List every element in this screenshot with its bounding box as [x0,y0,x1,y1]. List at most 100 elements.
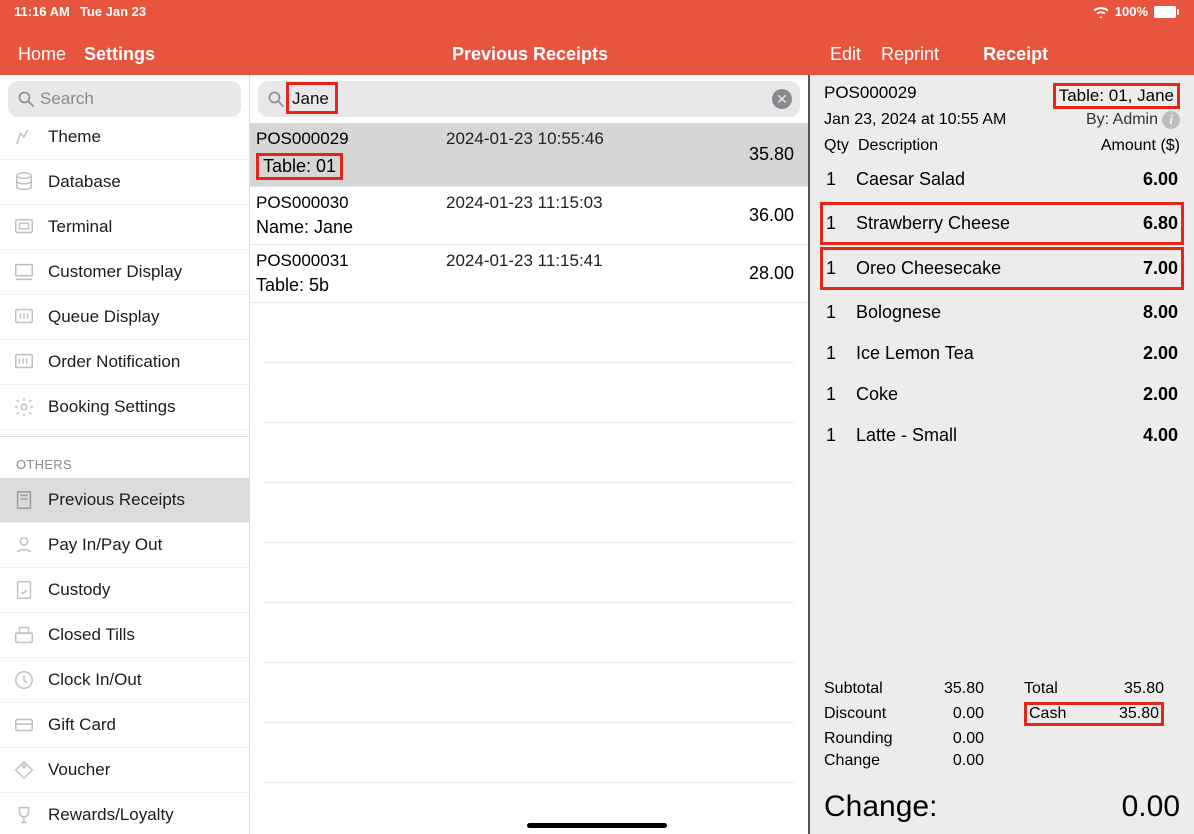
search-icon [18,91,34,107]
till-icon [12,623,36,647]
empty-row [264,723,794,783]
empty-row [264,603,794,663]
wifi-icon [1093,6,1109,18]
receipt-item[interactable]: 1Strawberry Cheese6.80 [820,202,1184,245]
receipt-row-id: POS000029 [256,129,446,149]
receipt-item[interactable]: 1Bolognese8.00 [820,292,1184,333]
sidebar-item-label: Voucher [48,760,110,780]
receipt-item[interactable]: 1Coke2.00 [820,374,1184,415]
sidebar-item-gift-card[interactable]: Gift Card [0,703,249,748]
sidebar-item-label: Database [48,172,121,192]
receipt-by: By: Admin [1086,111,1158,129]
sidebar-item-label: Gift Card [48,715,116,735]
sidebar-item-label: Closed Tills [48,625,135,645]
item-amt: 7.00 [1143,258,1178,279]
sidebar-item-rewards[interactable]: Rewards/Loyalty [0,793,249,834]
receipt-search[interactable]: Jane ✕ [258,81,800,117]
receipt-list-panel: Jane ✕ POS0000292024-01-23 10:55:4635.80… [250,75,810,834]
sidebar-item-previous-receipts[interactable]: Previous Receipts [0,478,249,523]
receipt-row[interactable]: POS0000312024-01-23 11:15:4128.00Table: … [250,245,808,303]
item-qty: 1 [826,425,856,446]
sidebar-section-others: OTHERS [0,437,249,478]
custody-icon [12,578,36,602]
item-qty: 1 [826,213,856,234]
item-amt: 2.00 [1143,384,1178,405]
sidebar-item-order-notification[interactable]: Order Notification [0,340,249,385]
item-desc: Latte - Small [856,425,1143,446]
receipt-row-id: POS000030 [256,193,446,213]
sidebar-item-closed-tills[interactable]: Closed Tills [0,613,249,658]
item-qty: 1 [826,302,856,323]
item-qty: 1 [826,343,856,364]
sidebar-item-custody[interactable]: Custody [0,568,249,613]
sidebar-item-queue-display[interactable]: Queue Display [0,295,249,340]
discount-label: Discount [824,705,904,723]
sidebar-item-database[interactable]: Database [0,160,249,205]
sidebar-item-clock-in-out[interactable]: Clock In/Out [0,658,249,703]
receipt-table: Table: 01, Jane [1053,83,1180,109]
app-header: 11:16 AM Tue Jan 23 100% Home Settings P… [0,0,1194,75]
home-indicator [527,823,667,828]
sidebar-item-label: Booking Settings [48,397,176,417]
sidebar-search-placeholder: Search [40,89,94,109]
payinout-icon [12,533,36,557]
receipt-item[interactable]: 1Ice Lemon Tea2.00 [820,333,1184,374]
empty-row [264,363,794,423]
info-icon[interactable]: i [1162,111,1180,129]
sidebar-item-booking-settings[interactable]: Booking Settings [0,385,249,430]
sidebar-search[interactable]: Search [8,81,241,117]
gear-icon [12,395,36,419]
receipt-list: POS0000292024-01-23 10:55:4635.80Table: … [250,123,808,834]
receipt-datetime: Jan 23, 2024 at 10:55 AM [824,111,1006,129]
search-icon [268,91,284,107]
receipt-row-amount: 28.00 [704,263,794,284]
action-receipt[interactable]: Receipt [983,44,1048,65]
action-reprint[interactable]: Reprint [881,44,939,65]
sidebar-item-voucher[interactable]: Voucher [0,748,249,793]
receipt-item[interactable]: 1Caesar Salad6.00 [820,159,1184,200]
receipt-row-amount: 35.80 [704,144,794,165]
empty-row [264,303,794,363]
receipt-change-big: Change: 0.00 [814,778,1190,834]
nav-home[interactable]: Home [18,44,66,65]
item-desc: Strawberry Cheese [856,213,1143,234]
receipt-item[interactable]: 1Oreo Cheesecake7.00 [820,247,1184,290]
sidebar-item-label: Queue Display [48,307,160,327]
receipt-row-amount: 36.00 [704,205,794,226]
total-label: Total [1024,680,1094,698]
receipt-row-sub: Name: Jane [256,213,704,238]
empty-row [264,543,794,603]
discount-value: 0.00 [904,705,984,723]
receipt-icon [12,488,36,512]
sidebar-item-theme[interactable]: Theme [0,123,249,160]
notification-icon [12,350,36,374]
receipt-item[interactable]: 1Latte - Small4.00 [820,415,1184,456]
receipt-id: POS000029 [824,83,917,109]
giftcard-icon [12,713,36,737]
total-value: 35.80 [1094,680,1164,698]
sidebar-item-pay-in-out[interactable]: Pay In/Pay Out [0,523,249,568]
item-qty: 1 [826,258,856,279]
empty-row [264,483,794,543]
receipt-row[interactable]: POS0000302024-01-23 11:15:0336.00Name: J… [250,187,808,245]
database-icon [12,170,36,194]
cash-value: 35.80 [1119,705,1159,723]
col-desc: Description [858,137,1101,155]
sidebar-item-customer-display[interactable]: Customer Display [0,250,249,295]
sidebar-item-label: Pay In/Pay Out [48,535,162,555]
change-small-label: Change [824,752,904,770]
clear-search-icon[interactable]: ✕ [772,89,792,109]
sidebar-item-label: Customer Display [48,262,182,282]
item-desc: Caesar Salad [856,169,1143,190]
sidebar-item-label: Theme [48,127,101,147]
receipt-row[interactable]: POS0000292024-01-23 10:55:4635.80Table: … [250,123,808,187]
sidebar-item-terminal[interactable]: Terminal [0,205,249,250]
nav-settings[interactable]: Settings [84,44,155,65]
sidebar-item-label: Rewards/Loyalty [48,805,174,825]
change-big-value: 0.00 [1122,790,1180,824]
subtotal-value: 35.80 [904,680,984,698]
item-desc: Oreo Cheesecake [856,258,1143,279]
action-edit[interactable]: Edit [830,44,861,65]
sidebar-item-label: Previous Receipts [48,490,185,510]
empty-row [264,663,794,723]
